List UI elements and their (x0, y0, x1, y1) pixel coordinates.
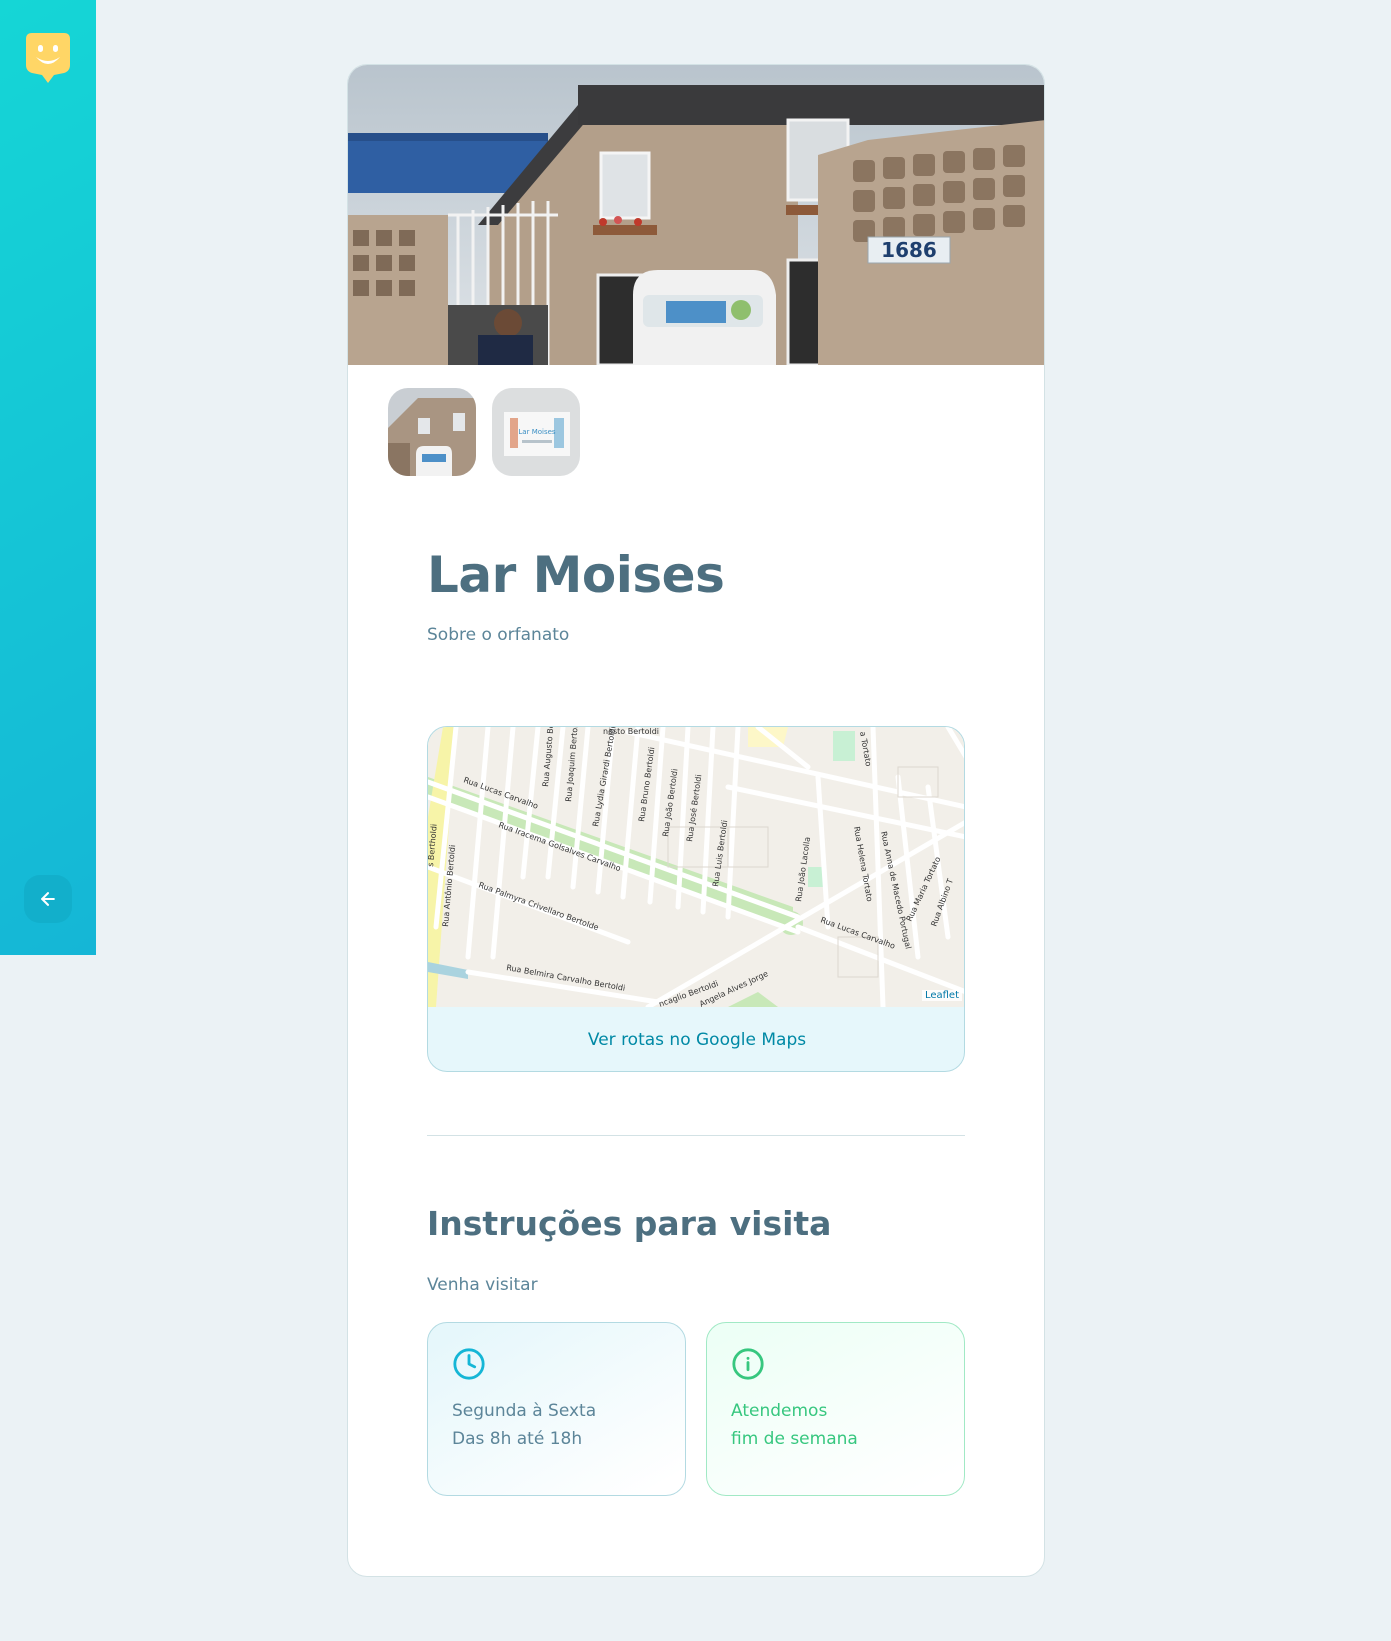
flyer-title: Lar Moises (518, 428, 556, 436)
photo-thumbnails: Lar Moises (388, 388, 580, 476)
svg-text:nesto Bertoldi: nesto Bertoldi (603, 727, 659, 736)
instructions-title: Instruções para visita (427, 1204, 832, 1243)
thumbnail-house-photo[interactable] (388, 388, 476, 476)
arrow-left-icon (41, 892, 55, 906)
map-attribution[interactable]: Leaflet (921, 990, 962, 1001)
weekend-line-1: Atendemos (731, 1401, 828, 1421)
sidebar (0, 0, 96, 955)
orphanage-main-photo: 1686 (348, 65, 1044, 365)
opening-days: Segunda à Sexta (452, 1401, 597, 1421)
orphanage-about: Sobre o orfanato (427, 625, 570, 645)
weekend-line-2: fim de semana (731, 1429, 858, 1449)
opening-hours: Das 8h até 18h (452, 1429, 583, 1449)
house-number: 1686 (881, 238, 937, 262)
thumbnail-flyer-photo[interactable]: Lar Moises (492, 388, 580, 476)
section-divider (427, 1135, 965, 1136)
orphanage-info: Lar Moises Sobre o orfanato (427, 545, 965, 649)
orphanage-name: Lar Moises (427, 546, 725, 604)
clock-icon (453, 1348, 485, 1380)
orphanage-details-card: 1686 Lar Moises Lar Moises Sobre o orfan… (347, 64, 1045, 1577)
back-button[interactable] (24, 875, 72, 923)
info-icon (732, 1348, 764, 1380)
happy-face-pin-icon[interactable] (24, 31, 72, 87)
google-maps-link[interactable]: Ver rotas no Google Maps (588, 1030, 806, 1050)
orphanage-map[interactable]: Rua Lucas Carvalho Rua Iracema Golsalves… (428, 727, 964, 1010)
map-container: Rua Lucas Carvalho Rua Iracema Golsalves… (427, 726, 965, 1072)
weekend-card: Atendemos fim de semana (706, 1322, 965, 1496)
map-footer: Ver rotas no Google Maps (428, 1007, 964, 1071)
opening-hours-card: Segunda à Sexta Das 8h até 18h (427, 1322, 686, 1496)
instructions-text: Venha visitar (427, 1275, 538, 1295)
